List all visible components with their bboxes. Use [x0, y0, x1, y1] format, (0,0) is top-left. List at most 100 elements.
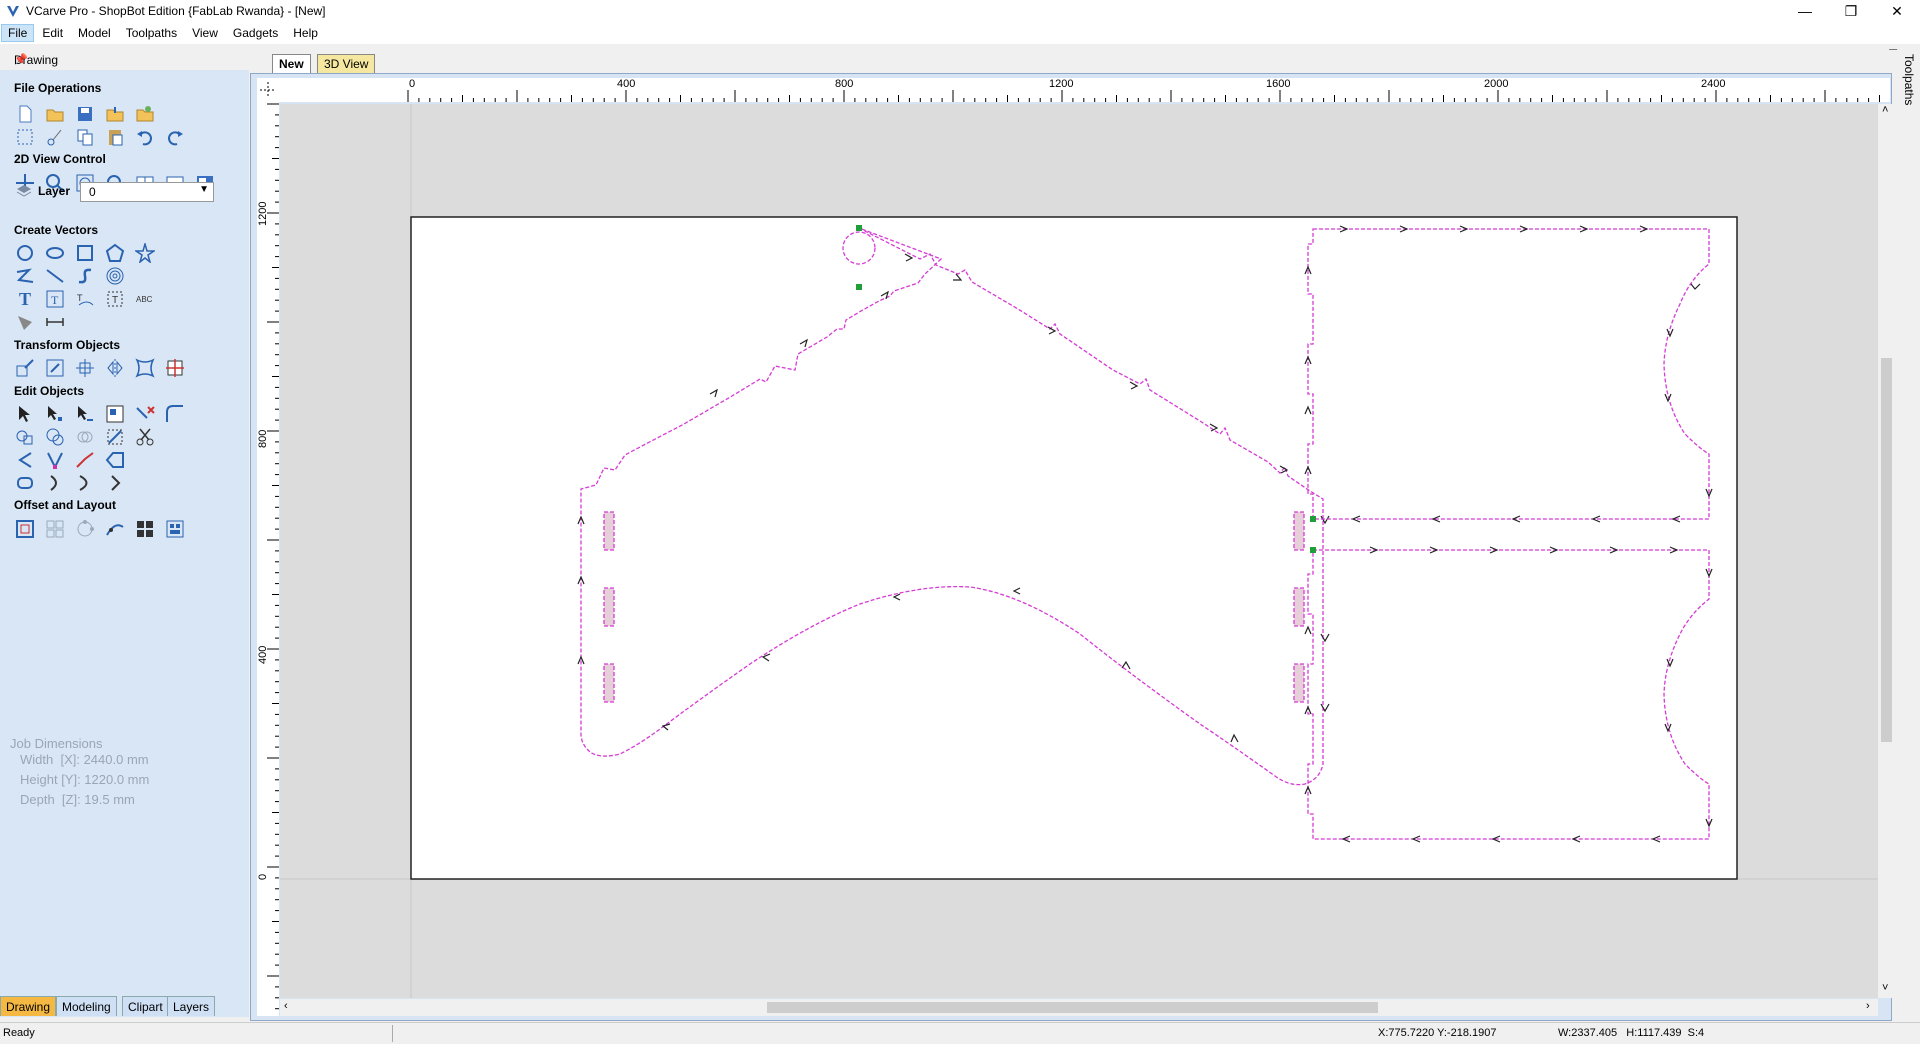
arc-icon-2[interactable]	[74, 472, 96, 494]
menu-help[interactable]: Help	[286, 24, 325, 42]
scroll-left-icon[interactable]: ‹	[284, 1000, 288, 1012]
status-text: Ready	[3, 1027, 35, 1039]
horizontal-scrollbar[interactable]: ‹ ›	[280, 999, 1878, 1016]
ruler-y-label-800: 800	[257, 429, 269, 448]
minimize-button[interactable]: —	[1782, 0, 1828, 22]
arc-icon-1[interactable]	[44, 472, 66, 494]
menu-model[interactable]: Model	[71, 24, 118, 42]
auto-nest-icon[interactable]	[164, 518, 186, 540]
smooth-curve-icon[interactable]	[14, 449, 36, 471]
trim-icon[interactable]	[134, 403, 156, 425]
vertical-scrollbar[interactable]: ˄ ˅	[1878, 104, 1895, 998]
dimension-icon[interactable]	[14, 311, 36, 333]
ruler-corner-icon[interactable]	[257, 78, 279, 102]
draw-rectangle-icon[interactable]	[74, 242, 96, 264]
copy-icon[interactable]	[74, 126, 96, 148]
move-icon[interactable]	[14, 357, 36, 379]
ruler-left: 1200 800 400 0	[257, 102, 279, 1016]
set-origin-icon[interactable]	[164, 357, 186, 379]
node-break-icon[interactable]	[44, 449, 66, 471]
select-all-icon[interactable]	[14, 126, 36, 148]
scale-icon[interactable]	[44, 357, 66, 379]
restore-button[interactable]: ❐	[1828, 0, 1874, 22]
draw-star-icon[interactable]	[134, 242, 156, 264]
interactive-transform-icon[interactable]	[74, 403, 96, 425]
tab-modeling[interactable]: Modeling	[56, 996, 117, 1016]
open-file-icon[interactable]	[44, 103, 66, 125]
menu-view[interactable]: View	[185, 24, 225, 42]
auto-layout-text-icon[interactable]: T	[44, 288, 66, 310]
copy-along-vector-icon[interactable]	[104, 518, 126, 540]
intersect-icon[interactable]	[74, 426, 96, 448]
vertical-scroll-thumb[interactable]	[1881, 358, 1892, 742]
menu-edit[interactable]: Edit	[35, 24, 70, 42]
menu-file[interactable]: File	[1, 24, 35, 42]
select-pointer-icon[interactable]	[14, 403, 36, 425]
node-edit-icon[interactable]	[44, 403, 66, 425]
menu-toolpaths[interactable]: Toolpaths	[119, 24, 184, 42]
draw-text-icon[interactable]: T	[14, 288, 36, 310]
draw-line-icon[interactable]	[44, 265, 66, 287]
circular-array-icon[interactable]	[74, 518, 96, 540]
import-vectors-icon[interactable]	[104, 103, 126, 125]
undo-icon[interactable]	[134, 126, 156, 148]
subtract-icon[interactable]	[44, 426, 66, 448]
join-icon[interactable]	[104, 426, 126, 448]
import-bitmap-icon[interactable]	[134, 103, 156, 125]
draw-polygon-icon[interactable]	[104, 242, 126, 264]
mirror-icon[interactable]	[104, 357, 126, 379]
close-vector-icon[interactable]	[104, 449, 126, 471]
extend-line-icon[interactable]	[74, 449, 96, 471]
distort-icon[interactable]	[134, 357, 156, 379]
toolpaths-side-tab[interactable]: Toolpaths	[1898, 50, 1920, 1017]
draw-curve-icon[interactable]	[74, 265, 96, 287]
fillet-icon[interactable]	[164, 403, 186, 425]
tab-layers[interactable]: Layers	[167, 996, 216, 1016]
horizontal-scroll-thumb[interactable]	[767, 1002, 1378, 1013]
new-file-icon[interactable]	[14, 103, 36, 125]
draw-ellipse-icon[interactable]	[44, 242, 66, 264]
ruler-x-label-2400: 2400	[1701, 78, 1726, 90]
size-edit-icon[interactable]	[104, 403, 126, 425]
scroll-right-icon[interactable]: ›	[1866, 1000, 1870, 1012]
layer-select[interactable]: 0 ▼	[80, 182, 214, 202]
window-title: VCarve Pro - ShopBot Edition {FabLab Rwa…	[26, 4, 326, 18]
text-resize-icon[interactable]: T	[104, 288, 126, 310]
status-bar: Ready X:775.7220 Y:-218.1907 W:2337.405 …	[0, 1022, 1920, 1044]
weld-icon[interactable]	[14, 426, 36, 448]
array-copy-icon[interactable]	[44, 518, 66, 540]
doc-tab-3d-view[interactable]: 3D View	[317, 54, 376, 73]
svg-text:T: T	[51, 293, 59, 307]
draw-circle-icon[interactable]	[14, 242, 36, 264]
save-icon[interactable]	[74, 103, 96, 125]
drawing-canvas[interactable]	[280, 104, 1878, 998]
tabs-icon[interactable]	[14, 472, 36, 494]
redo-icon[interactable]	[164, 126, 186, 148]
scroll-up-icon[interactable]: ˄	[1882, 104, 1888, 116]
cut-icon[interactable]	[44, 126, 66, 148]
text-on-curve-icon[interactable]: T	[74, 288, 96, 310]
layers-icon	[16, 183, 32, 199]
draw-polyline-icon[interactable]	[14, 265, 36, 287]
section-create-vectors: Create Vectors	[14, 223, 99, 237]
draw-spiral-icon[interactable]	[104, 265, 126, 287]
offset-icon[interactable]	[14, 518, 36, 540]
node-marker	[856, 284, 862, 290]
menu-gadgets[interactable]: Gadgets	[226, 24, 285, 42]
ruler-x-label-1200: 1200	[1049, 78, 1074, 90]
nesting-icon[interactable]	[134, 518, 156, 540]
doc-tab-new[interactable]: New	[272, 54, 311, 73]
pin-icon[interactable]: 📌	[14, 53, 28, 66]
scroll-down-icon[interactable]: ˅	[1882, 982, 1888, 994]
align-icon[interactable]	[74, 357, 96, 379]
close-window-button[interactable]: ✕	[1874, 0, 1920, 22]
paste-icon[interactable]	[104, 126, 126, 148]
text-spacing-icon[interactable]: ABC	[134, 288, 156, 310]
tab-drawing[interactable]: Drawing	[0, 996, 57, 1016]
panel-header: Drawing 📌	[0, 50, 249, 70]
measure-icon[interactable]	[44, 311, 66, 333]
scissors-icon[interactable]	[134, 426, 156, 448]
cursor-coordinates: X:775.7220 Y:-218.1907	[1378, 1027, 1497, 1039]
arc-icon-3[interactable]	[104, 472, 126, 494]
tab-clipart[interactable]: Clipart	[122, 996, 169, 1016]
